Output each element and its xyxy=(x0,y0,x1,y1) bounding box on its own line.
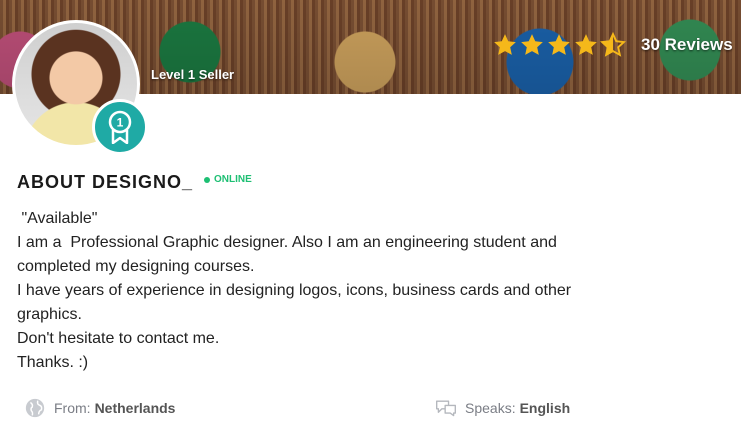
description-line: Thanks. :) xyxy=(17,354,89,371)
profile-avatar-wrap: 1 xyxy=(12,20,148,155)
star-half-icon xyxy=(600,32,626,57)
description-line: I am a Professional Graphic designer. Al… xyxy=(17,234,562,275)
reviews-count[interactable]: 30 Reviews xyxy=(641,35,733,55)
svg-text:1: 1 xyxy=(117,116,124,130)
star-full-icon xyxy=(494,34,516,55)
speaks-label: Speaks: xyxy=(465,400,516,416)
chat-bubbles-icon xyxy=(436,400,456,417)
award-ribbon-icon: 1 xyxy=(108,110,132,144)
online-dot-icon xyxy=(204,176,210,183)
from-value: Netherlands xyxy=(94,400,176,416)
rating-summary[interactable]: 30 Reviews xyxy=(492,32,733,58)
about-heading: ABOUT DESIGNO_ xyxy=(17,172,194,192)
description-line: I have years of experience in designing … xyxy=(17,282,576,323)
seller-level-badge: 1 xyxy=(92,99,148,155)
star-full-icon xyxy=(575,34,597,55)
description-line: Don't hesitate to contact me. xyxy=(17,330,220,347)
speaks-value: English xyxy=(519,400,571,416)
online-status-label: ONLINE xyxy=(214,174,252,185)
globe-icon xyxy=(25,398,45,418)
from-info: From: Netherlands xyxy=(24,397,175,419)
seller-level-label: Level 1 Seller xyxy=(151,67,235,82)
online-status: ONLINE xyxy=(204,174,252,185)
speaks-info: Speaks: English xyxy=(435,397,570,419)
star-full-icon xyxy=(548,34,570,55)
from-label: From: xyxy=(54,400,91,416)
star-full-icon xyxy=(521,34,543,55)
about-description: "Available" I am a Professional Graphic … xyxy=(17,207,577,375)
description-line: "Available" xyxy=(17,210,98,227)
